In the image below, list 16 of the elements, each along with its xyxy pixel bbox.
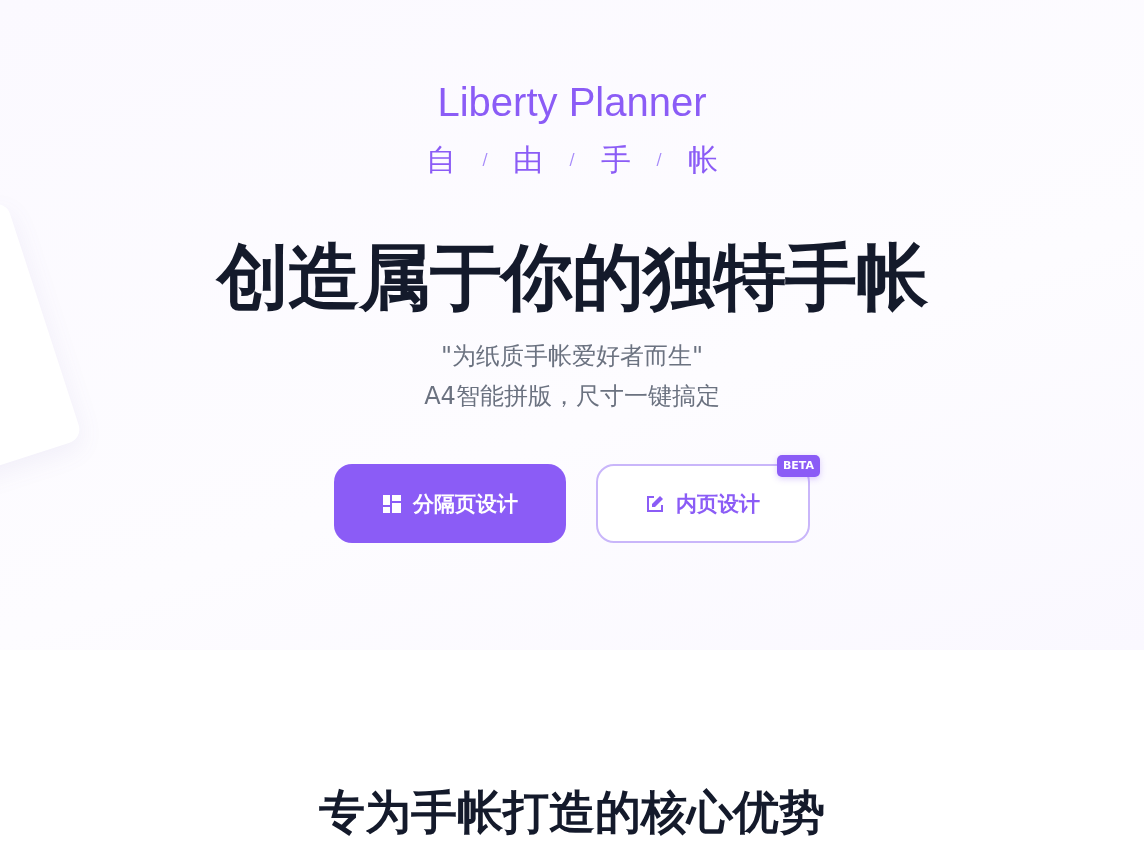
- separator-slash: /: [482, 151, 488, 169]
- tagline-text: A4智能拼版，尺寸一键搞定: [424, 381, 720, 412]
- subtitle-character: 帐: [687, 141, 718, 179]
- section-heading: 专为手帐打造的核心优势: [319, 784, 825, 841]
- divider-design-button[interactable]: 分隔页设计: [334, 464, 566, 543]
- edit-icon: [646, 494, 664, 513]
- tagline-text: "为纸质手帐爱好者而生": [440, 341, 704, 372]
- separator-slash: /: [569, 151, 575, 169]
- subtitle-character: 自: [426, 141, 457, 179]
- beta-badge: BETA: [776, 455, 820, 477]
- brand-title: Liberty Planner: [437, 79, 707, 126]
- separator-slash: /: [656, 151, 662, 169]
- grid-icon: [382, 494, 401, 513]
- headline: 创造属于你的独特手帐: [217, 234, 927, 321]
- subtitle-character: 手: [600, 141, 631, 179]
- subtitle-character: 由: [513, 141, 544, 179]
